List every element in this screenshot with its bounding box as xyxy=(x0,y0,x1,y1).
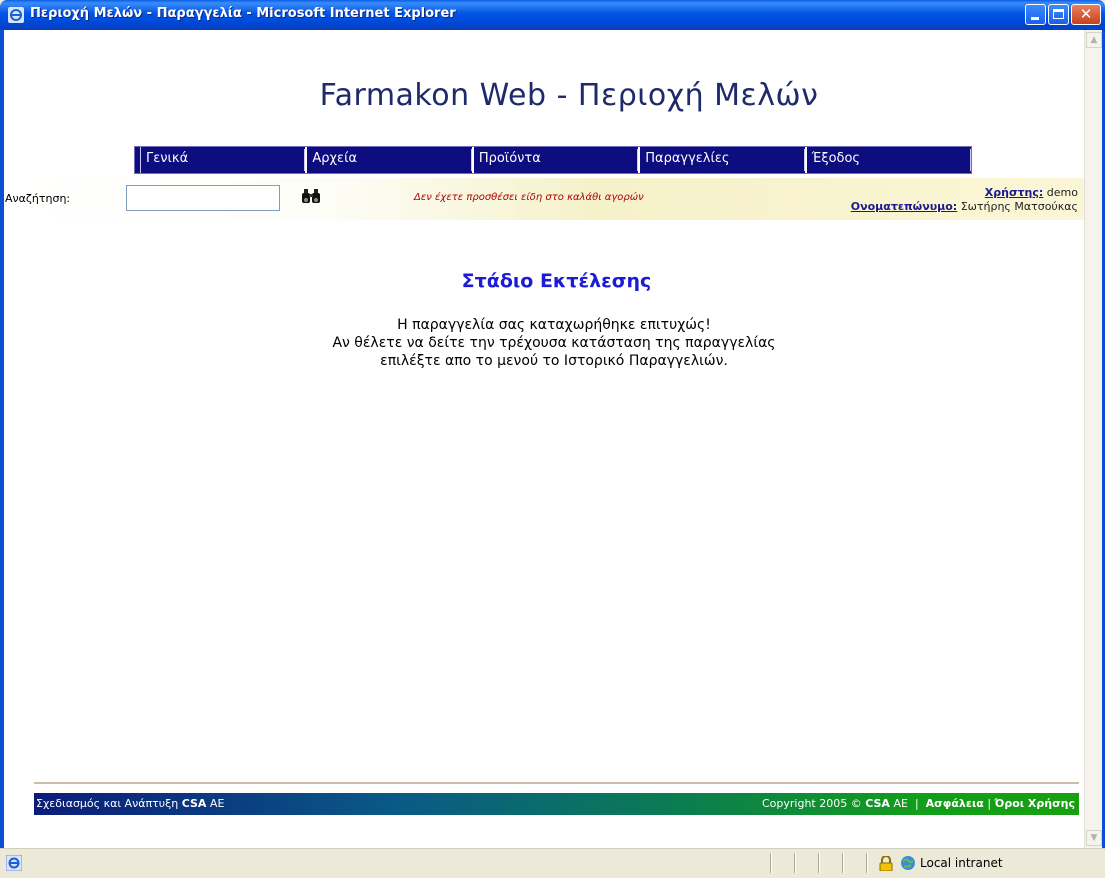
footer-right: Copyright 2005 © CSA AE | Ασφάλεια | Όρο… xyxy=(762,797,1075,810)
vertical-scrollbar[interactable]: ▲ ▼ xyxy=(1084,30,1102,848)
footer-credits: Σχεδιασμός και Ανάπτυξη CSA AE xyxy=(36,797,224,810)
fullname-label: Ονοματεπώνυμο: xyxy=(850,200,958,213)
scroll-up-icon[interactable]: ▲ xyxy=(1086,32,1102,48)
footer-copyright-company: CSA xyxy=(865,797,890,810)
page-viewport: Farmakon Web - Περιοχή Μελών Γενικά Αρχε… xyxy=(4,30,1084,848)
footer-design-company: CSA xyxy=(181,797,207,810)
main-menu: Γενικά Αρχεία Προϊόντα Παραγγελίες Έξοδο… xyxy=(134,146,972,174)
minimize-button[interactable] xyxy=(1025,4,1046,25)
footer-design-text: Σχεδιασμός και Ανάπτυξη xyxy=(36,797,179,810)
fullname-value: Σωτήρης Ματσούκας xyxy=(960,200,1078,213)
terms-link[interactable]: Όροι Χρήσης xyxy=(995,797,1075,810)
status-divider xyxy=(842,853,843,873)
user-info: Χρήστης: demo Ονοματεπώνυμο: Σωτήρης Ματ… xyxy=(851,186,1078,214)
menu-item-files[interactable]: Αρχεία xyxy=(305,147,473,173)
user-value: demo xyxy=(1046,186,1078,199)
stage-message-line-2: Αν θέλετε να δείτε την τρέχουσα κατάστασ… xyxy=(332,335,776,351)
status-divider xyxy=(770,853,771,873)
window-title: Περιοχή Μελών - Παραγγελία - Microsoft I… xyxy=(30,6,456,21)
footer-design-suffix: AE xyxy=(209,797,225,810)
footer-separator: | xyxy=(914,797,919,810)
stage-message-line-3: επιλέξτε απο το μενού το Ιστορικό Παραγγ… xyxy=(380,353,728,369)
menu-item-exit[interactable]: Έξοδος xyxy=(804,147,972,173)
footer-separator-2: | xyxy=(987,797,992,810)
page-status-icon xyxy=(6,855,22,871)
stage-message-line-1: Η παραγγελία σας καταχωρήθηκε επιτυχώς! xyxy=(397,317,711,333)
window-title-bar[interactable]: Περιοχή Μελών - Παραγγελία - Microsoft I… xyxy=(0,0,1105,30)
binoculars-icon[interactable] xyxy=(302,188,320,204)
menu-item-general[interactable]: Γενικά xyxy=(140,147,306,173)
footer: Σχεδιασμός και Ανάπτυξη CSA AE Copyright… xyxy=(34,793,1079,815)
security-link[interactable]: Ασφάλεια xyxy=(926,797,984,810)
search-input[interactable] xyxy=(126,185,280,211)
menu-item-products[interactable]: Προϊόντα xyxy=(471,147,639,173)
stage-title: Στάδιο Εκτέλεσης xyxy=(461,270,652,292)
status-divider xyxy=(818,853,819,873)
stage-message: Η παραγγελία σας καταχωρήθηκε επιτυχώς! … xyxy=(4,316,1104,370)
status-divider xyxy=(866,853,867,873)
maximize-button[interactable] xyxy=(1048,4,1069,25)
security-zone-label: Local intranet xyxy=(920,856,1003,870)
status-divider xyxy=(794,853,795,873)
search-bar: Αναζήτηση: Δεν έχετε προσθέσει είδη στο … xyxy=(4,178,1084,220)
footer-copyright-suffix: AE xyxy=(893,797,908,810)
scroll-down-icon[interactable]: ▼ xyxy=(1086,830,1102,846)
footer-copyright-text: Copyright 2005 © xyxy=(761,797,862,810)
close-button[interactable]: ✕ xyxy=(1071,4,1101,25)
lock-icon xyxy=(879,856,893,871)
internet-explorer-icon xyxy=(8,7,24,23)
intranet-zone-icon xyxy=(901,856,915,870)
footer-divider xyxy=(34,782,1079,784)
menu-item-orders[interactable]: Παραγγελίες xyxy=(638,147,806,173)
user-label: Χρήστης: xyxy=(984,186,1044,199)
minimize-icon xyxy=(1031,17,1039,20)
maximize-icon xyxy=(1053,9,1064,19)
search-label: Αναζήτηση: xyxy=(5,192,71,205)
cart-status-message: Δεν έχετε προσθέσει είδη στο καλάθι αγορ… xyxy=(414,192,644,203)
site-title: Farmakon Web - Περιοχή Μελών xyxy=(319,78,819,113)
status-bar: Local intranet xyxy=(0,848,1105,878)
close-icon: ✕ xyxy=(1079,5,1093,23)
